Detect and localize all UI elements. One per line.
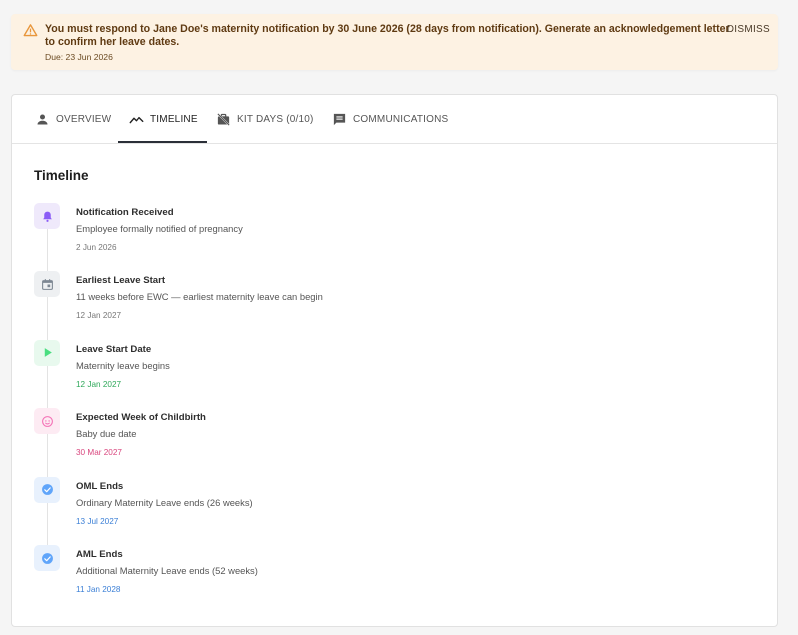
timeline-connector — [47, 502, 48, 545]
section-title: Timeline — [34, 168, 89, 183]
tab-bar: OVERVIEW TIMELINE KIT DAYS (0/10) COMMUN… — [12, 95, 777, 144]
timeline-event-description: Additional Maternity Leave ends (52 week… — [76, 565, 258, 576]
alert-due-date: Due: 23 Jun 2026 — [45, 52, 113, 62]
timeline-event-title: AML Ends — [76, 549, 123, 560]
timeline-event-date: 12 Jan 2027 — [76, 311, 122, 321]
baby-face-icon — [34, 408, 60, 435]
tab-kit-days-label: KIT DAYS (0/10) — [237, 114, 314, 125]
tab-timeline[interactable]: TIMELINE — [129, 95, 198, 144]
check-circle-icon — [34, 545, 60, 571]
alert-message: You must respond to Jane Doe's maternity… — [45, 23, 730, 48]
tab-timeline-label: TIMELINE — [150, 114, 198, 125]
timeline-connector — [47, 229, 48, 272]
timeline-connector — [47, 297, 48, 340]
timeline-event-title: OML Ends — [76, 480, 124, 492]
timeline-event-title: Leave Start Date — [76, 343, 152, 355]
timeline-event-title: Expected Week of Childbirth — [76, 412, 206, 424]
dismiss-button[interactable]: DISMISS — [727, 24, 770, 35]
trending-icon — [129, 116, 144, 124]
timeline-event-date: 11 Jan 2028 — [76, 585, 121, 594]
maternity-case-card: OVERVIEW TIMELINE KIT DAYS (0/10) COMMUN… — [11, 94, 778, 627]
timeline-event-date: 12 Jan 2027 — [76, 379, 122, 389]
play-icon — [34, 339, 60, 366]
person-icon — [37, 114, 48, 125]
timeline-event-title: Earliest Leave Start — [76, 275, 166, 287]
timeline-event-date: 2 Jun 2026 — [76, 243, 117, 252]
timeline-event-description: Ordinary Maternity Leave ends (26 weeks) — [76, 496, 253, 508]
timeline-event-title: Notification Received — [76, 207, 174, 218]
chat-icon — [333, 113, 346, 126]
tab-overview[interactable]: OVERVIEW — [35, 95, 111, 144]
timeline-event-description: Baby due date — [76, 428, 137, 440]
timeline-event-date: 30 Mar 2027 — [76, 448, 122, 458]
timeline-connector — [47, 365, 48, 409]
timeline-event-description: Employee formally notified of pregnancy — [76, 223, 243, 234]
timeline-event-description: Maternity leave begins — [76, 359, 170, 371]
timeline-connector — [47, 434, 48, 477]
timeline-event-date: 13 Jul 2027 — [76, 516, 119, 526]
calendar-event-icon — [34, 271, 60, 298]
check-circle-icon — [34, 476, 60, 503]
deadline-alert: You must respond to Jane Doe's maternity… — [11, 14, 778, 70]
work-off-icon — [217, 113, 230, 126]
tab-kit-days[interactable]: KIT DAYS (0/10) — [216, 95, 314, 144]
warning-triangle-icon — [23, 23, 38, 38]
tab-overview-label: OVERVIEW — [56, 114, 112, 125]
tab-communications-label: COMMUNICATIONS — [353, 114, 449, 125]
active-tab-indicator — [118, 141, 207, 143]
timeline-event-description: 11 weeks before EWC — earliest maternity… — [76, 291, 323, 303]
tab-communications[interactable]: COMMUNICATIONS — [332, 95, 448, 144]
bell-icon — [34, 203, 60, 229]
